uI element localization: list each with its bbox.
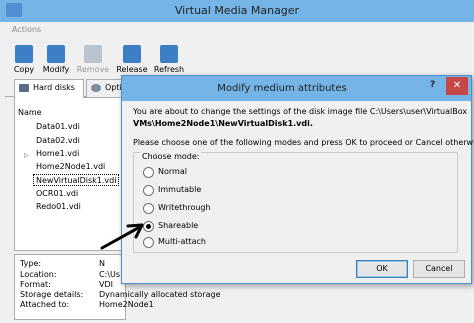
- radio-label[interactable]: Writethrough: [158, 202, 211, 214]
- cancel-button[interactable]: Cancel: [413, 260, 465, 278]
- detail-value: N: [99, 259, 105, 268]
- refresh-button[interactable]: Refresh: [151, 45, 187, 75]
- detail-value: Home2Node1: [99, 300, 154, 309]
- hard-disk-icon: [19, 84, 29, 92]
- radio-label[interactable]: Shareable: [158, 220, 198, 232]
- detail-key: Format:: [20, 280, 51, 289]
- ok-button[interactable]: OK: [356, 260, 408, 278]
- list-item[interactable]: Home1.vdi: [36, 148, 79, 160]
- list-item-selected[interactable]: NewVirtualDisk1.vdi: [33, 174, 120, 186]
- list-item[interactable]: Redo01.vdi: [36, 201, 81, 213]
- detail-value: Dynamically allocated storage: [99, 290, 221, 299]
- radio-label[interactable]: Multi-attach: [158, 236, 206, 248]
- radio-writethrough[interactable]: [143, 203, 154, 214]
- dialog-message-line2: VMs\Home2Node1\NewVirtualDisk1.vdi.: [133, 119, 313, 128]
- tab-optical-disks[interactable]: Optic: [86, 79, 126, 97]
- window-controls: [410, 0, 474, 22]
- radio-normal[interactable]: [143, 167, 154, 178]
- list-item[interactable]: OCR01.vdi: [36, 188, 78, 200]
- tab-hard-disks[interactable]: Hard disks: [14, 79, 84, 98]
- modify-button[interactable]: Modify: [40, 45, 72, 75]
- copy-icon: [15, 45, 33, 63]
- copy-button[interactable]: Copy: [10, 45, 38, 75]
- refresh-icon: [160, 45, 178, 63]
- optical-disk-icon: [91, 84, 101, 92]
- detail-key: Type:: [20, 259, 42, 268]
- detail-value: C:\Us: [99, 270, 120, 279]
- actions-label: Actions: [12, 25, 42, 34]
- list-item[interactable]: Home2Node1.vdi: [36, 161, 105, 173]
- annotation-arrow-icon: [100, 223, 144, 250]
- detail-key: Attached to:: [20, 300, 70, 309]
- remove-button[interactable]: Remove: [75, 45, 111, 75]
- radio-immutable[interactable]: [143, 185, 154, 196]
- release-button[interactable]: Release: [114, 45, 150, 75]
- radio-label[interactable]: Immutable: [158, 184, 201, 196]
- dialog-message: You are about to change the settings of …: [133, 106, 469, 130]
- main-window-title: Virtual Media Manager: [174, 4, 300, 17]
- help-button[interactable]: ?: [430, 80, 435, 90]
- dialog-message-line1: You are about to change the settings of …: [133, 107, 468, 116]
- expand-arrow-icon[interactable]: ▷: [24, 152, 29, 159]
- release-icon: [123, 45, 141, 63]
- list-item[interactable]: Data02.vdi: [36, 135, 80, 147]
- dialog-title: Modify medium attributes: [217, 83, 347, 94]
- choose-mode-label: Choose mode:: [140, 152, 202, 161]
- detail-key: Storage details:: [20, 290, 84, 299]
- modify-icon: [47, 45, 65, 63]
- dialog-instruction: Please choose one of the following modes…: [133, 138, 474, 147]
- remove-icon: [84, 45, 102, 63]
- app-icon: [6, 3, 22, 17]
- radio-label[interactable]: Normal: [158, 166, 187, 178]
- detail-key: Location:: [20, 270, 57, 279]
- name-column-header[interactable]: Name: [18, 108, 42, 117]
- dialog-close-button[interactable]: ✕: [446, 77, 468, 95]
- list-item[interactable]: Data01.vdi: [36, 121, 80, 133]
- detail-value: VDI: [99, 280, 113, 289]
